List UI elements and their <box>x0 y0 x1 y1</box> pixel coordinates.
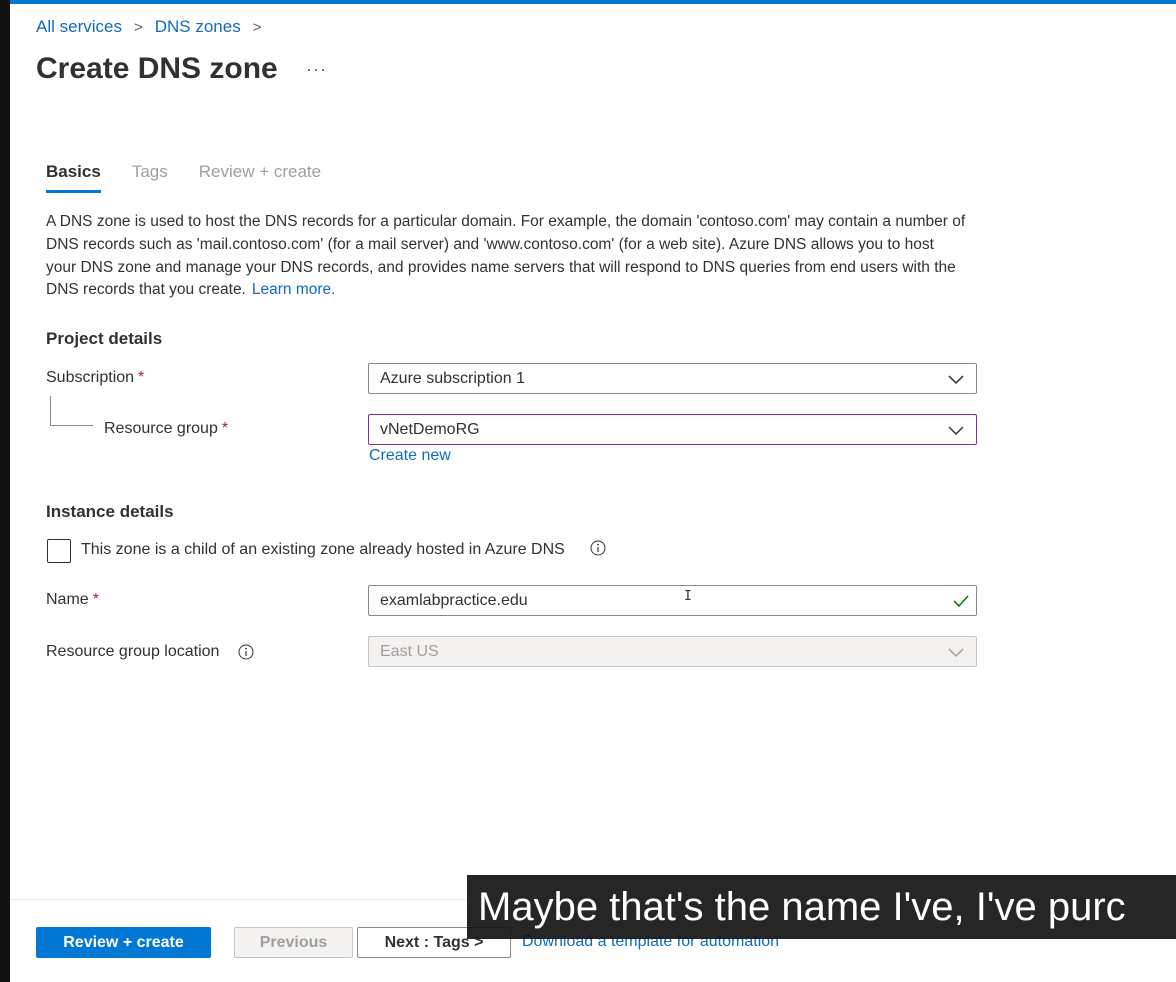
left-window-edge <box>0 0 10 982</box>
child-zone-label: This zone is a child of an existing zone… <box>81 541 565 558</box>
breadcrumb: All services > DNS zones > <box>36 17 273 37</box>
required-asterisk: * <box>138 369 145 386</box>
review-create-button[interactable]: Review + create <box>36 927 211 958</box>
resource-group-label-text: Resource group <box>104 420 218 437</box>
subscription-label-text: Subscription <box>46 369 135 386</box>
tab-tags[interactable]: Tags <box>132 162 168 193</box>
hierarchy-connector <box>50 396 93 426</box>
breadcrumb-all-services[interactable]: All services <box>36 17 122 37</box>
tab-basics[interactable]: Basics <box>46 162 101 193</box>
validation-check-icon <box>953 595 969 608</box>
previous-button[interactable]: Previous <box>234 927 353 958</box>
tab-review-create[interactable]: Review + create <box>199 162 321 193</box>
resource-group-dropdown[interactable]: vNetDemoRG <box>368 414 977 445</box>
page-title: Create DNS zone <box>36 52 278 85</box>
resource-group-value: vNetDemoRG <box>380 420 480 438</box>
text-cursor-icon: I <box>684 589 692 604</box>
breadcrumb-separator: > <box>252 18 262 36</box>
breadcrumb-dns-zones[interactable]: DNS zones <box>155 17 241 37</box>
required-asterisk: * <box>92 591 99 608</box>
instance-details-heading: Instance details <box>46 502 174 521</box>
chevron-down-icon <box>948 375 964 385</box>
subscription-label: Subscription * <box>46 369 144 387</box>
location-value: East US <box>380 642 439 660</box>
resource-group-label: Resource group * <box>104 420 228 438</box>
top-accent-bar <box>10 0 1176 4</box>
info-icon[interactable] <box>590 540 606 556</box>
learn-more-link[interactable]: Learn more. <box>252 281 336 298</box>
tab-strip: Basics Tags Review + create <box>46 162 352 193</box>
breadcrumb-separator: > <box>133 18 143 36</box>
required-asterisk: * <box>221 420 229 437</box>
name-label: Name * <box>46 591 99 609</box>
subscription-dropdown[interactable]: Azure subscription 1 <box>368 363 977 394</box>
name-label-text: Name <box>46 591 89 608</box>
name-input-value: examlabpractice.edu <box>380 591 528 609</box>
subscription-value: Azure subscription 1 <box>380 369 525 387</box>
intro-description: A DNS zone is used to host the DNS recor… <box>46 211 966 302</box>
description-text: A DNS zone is used to host the DNS recor… <box>46 213 966 299</box>
child-zone-checkbox[interactable] <box>47 539 71 563</box>
video-caption: Maybe that's the name I've, I've purc <box>467 875 1176 939</box>
more-options-icon[interactable]: ··· <box>306 59 327 80</box>
create-new-resource-group-link[interactable]: Create new <box>369 447 451 465</box>
info-icon[interactable] <box>238 644 254 660</box>
name-input[interactable]: examlabpractice.edu <box>368 585 977 616</box>
chevron-down-icon <box>948 426 964 436</box>
location-label: Resource group location <box>46 643 220 660</box>
chevron-down-icon <box>948 648 964 658</box>
project-details-heading: Project details <box>46 329 163 348</box>
location-dropdown: East US <box>368 636 977 667</box>
